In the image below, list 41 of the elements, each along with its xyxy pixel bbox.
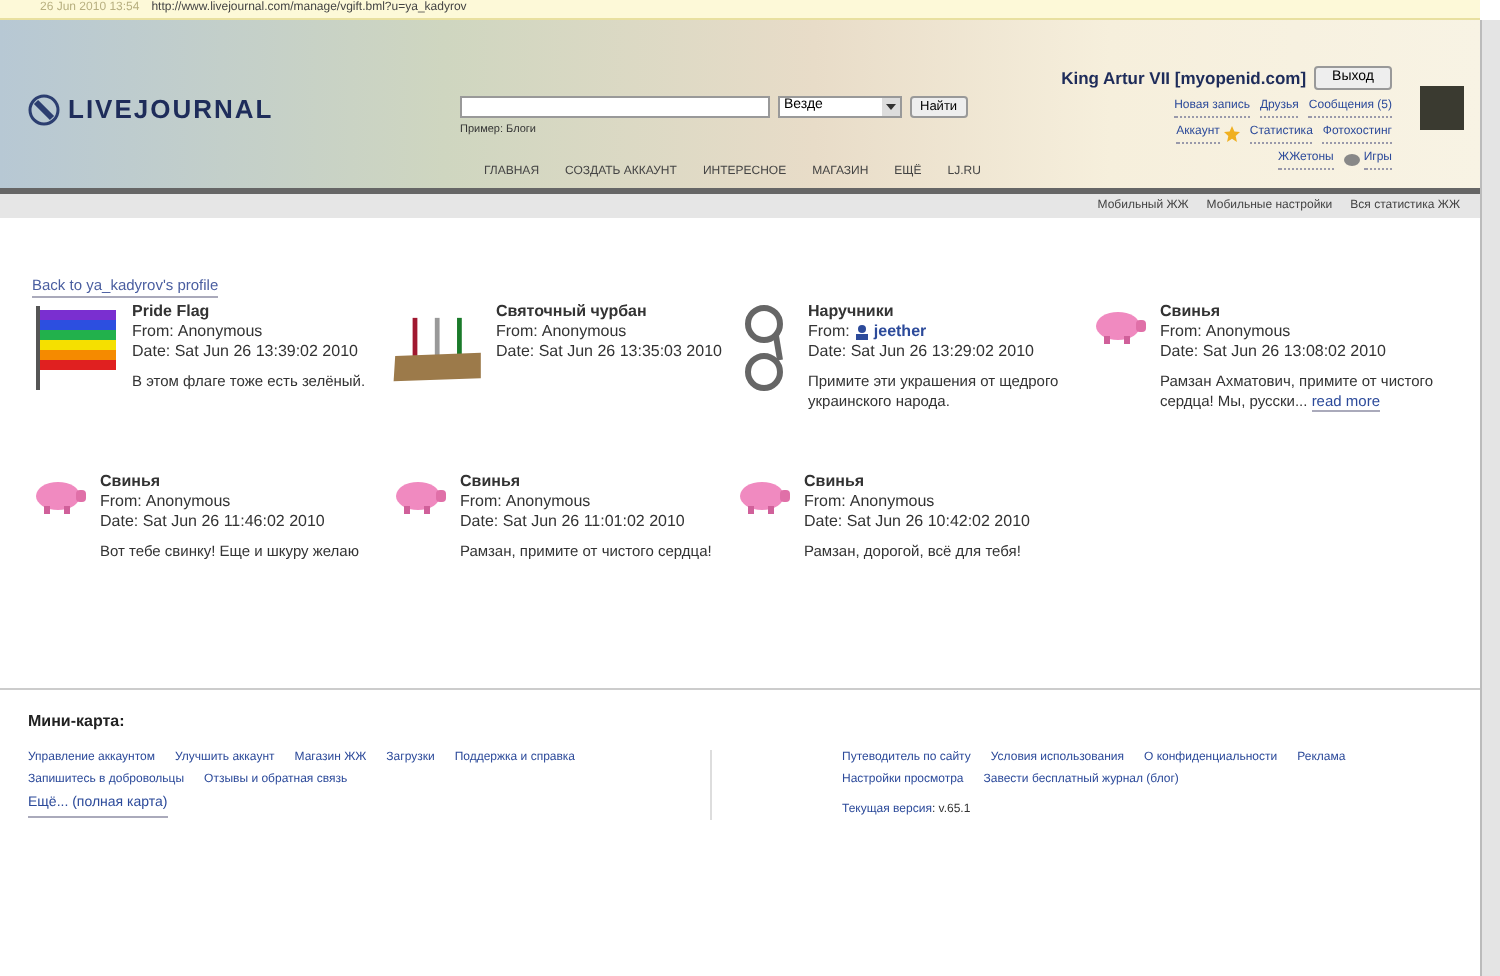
pig-icon bbox=[736, 476, 792, 517]
from-label: From: bbox=[100, 492, 142, 513]
rainbow-flag-icon bbox=[32, 302, 120, 391]
sender-name: Anonymous bbox=[145, 492, 231, 513]
gift-date: Date: Sat Jun 26 13:08:02 2010 bbox=[1160, 342, 1388, 363]
from-label: From: bbox=[1160, 322, 1202, 343]
from-label: From: bbox=[496, 322, 538, 343]
gift-date: Date: Sat Jun 26 11:46:02 2010 bbox=[100, 512, 327, 533]
pig-icon bbox=[1092, 306, 1148, 347]
gift-title: Святочный чурбан bbox=[496, 302, 649, 323]
search-field[interactable] bbox=[460, 96, 770, 118]
star-icon bbox=[1223, 125, 1240, 142]
sender-name: Anonymous bbox=[849, 492, 935, 513]
gift-title: Свинья bbox=[100, 472, 163, 493]
gift-title: Наручники bbox=[808, 302, 896, 323]
gift-date: Date: Sat Jun 26 13:39:02 2010 bbox=[132, 342, 360, 363]
sender-name: Anonymous bbox=[541, 322, 627, 343]
gift-date: Date: Sat Jun 26 13:35:03 2010 bbox=[496, 342, 722, 363]
user-icon bbox=[853, 324, 870, 341]
pig-icon bbox=[32, 476, 88, 517]
user-link[interactable]: jeether bbox=[873, 322, 927, 343]
caret-icon bbox=[882, 98, 900, 116]
from-label: From: bbox=[132, 322, 174, 343]
sender-name: Anonymous bbox=[505, 492, 591, 513]
gift-title: Свинья bbox=[1160, 302, 1223, 323]
sender-name: Anonymous bbox=[177, 322, 263, 343]
from-label: From: bbox=[804, 492, 846, 513]
avatar-placeholder bbox=[1420, 86, 1464, 130]
pig-icon bbox=[392, 476, 448, 517]
mini-map-title: Мини-карта: bbox=[28, 710, 127, 734]
gift-title: Свинья bbox=[804, 472, 867, 493]
from-label: From: bbox=[460, 492, 502, 513]
user-name[interactable]: King Artur VII [myopenid.com] bbox=[1061, 66, 1307, 92]
gift-date: Date: Sat Jun 26 13:29:02 2010 bbox=[808, 342, 1036, 363]
gift-title: Свинья bbox=[460, 472, 523, 493]
gift-date: Date: Sat Jun 26 10:42:02 2010 bbox=[804, 512, 1032, 533]
gift-date: Date: Sat Jun 26 11:01:02 2010 bbox=[460, 512, 687, 533]
from-label: From: bbox=[808, 322, 850, 343]
sender-name: Anonymous bbox=[1205, 322, 1291, 343]
livejournal-logo: LIVEJOURNAL bbox=[68, 92, 274, 129]
gift-title: Pride Flag bbox=[132, 302, 212, 323]
